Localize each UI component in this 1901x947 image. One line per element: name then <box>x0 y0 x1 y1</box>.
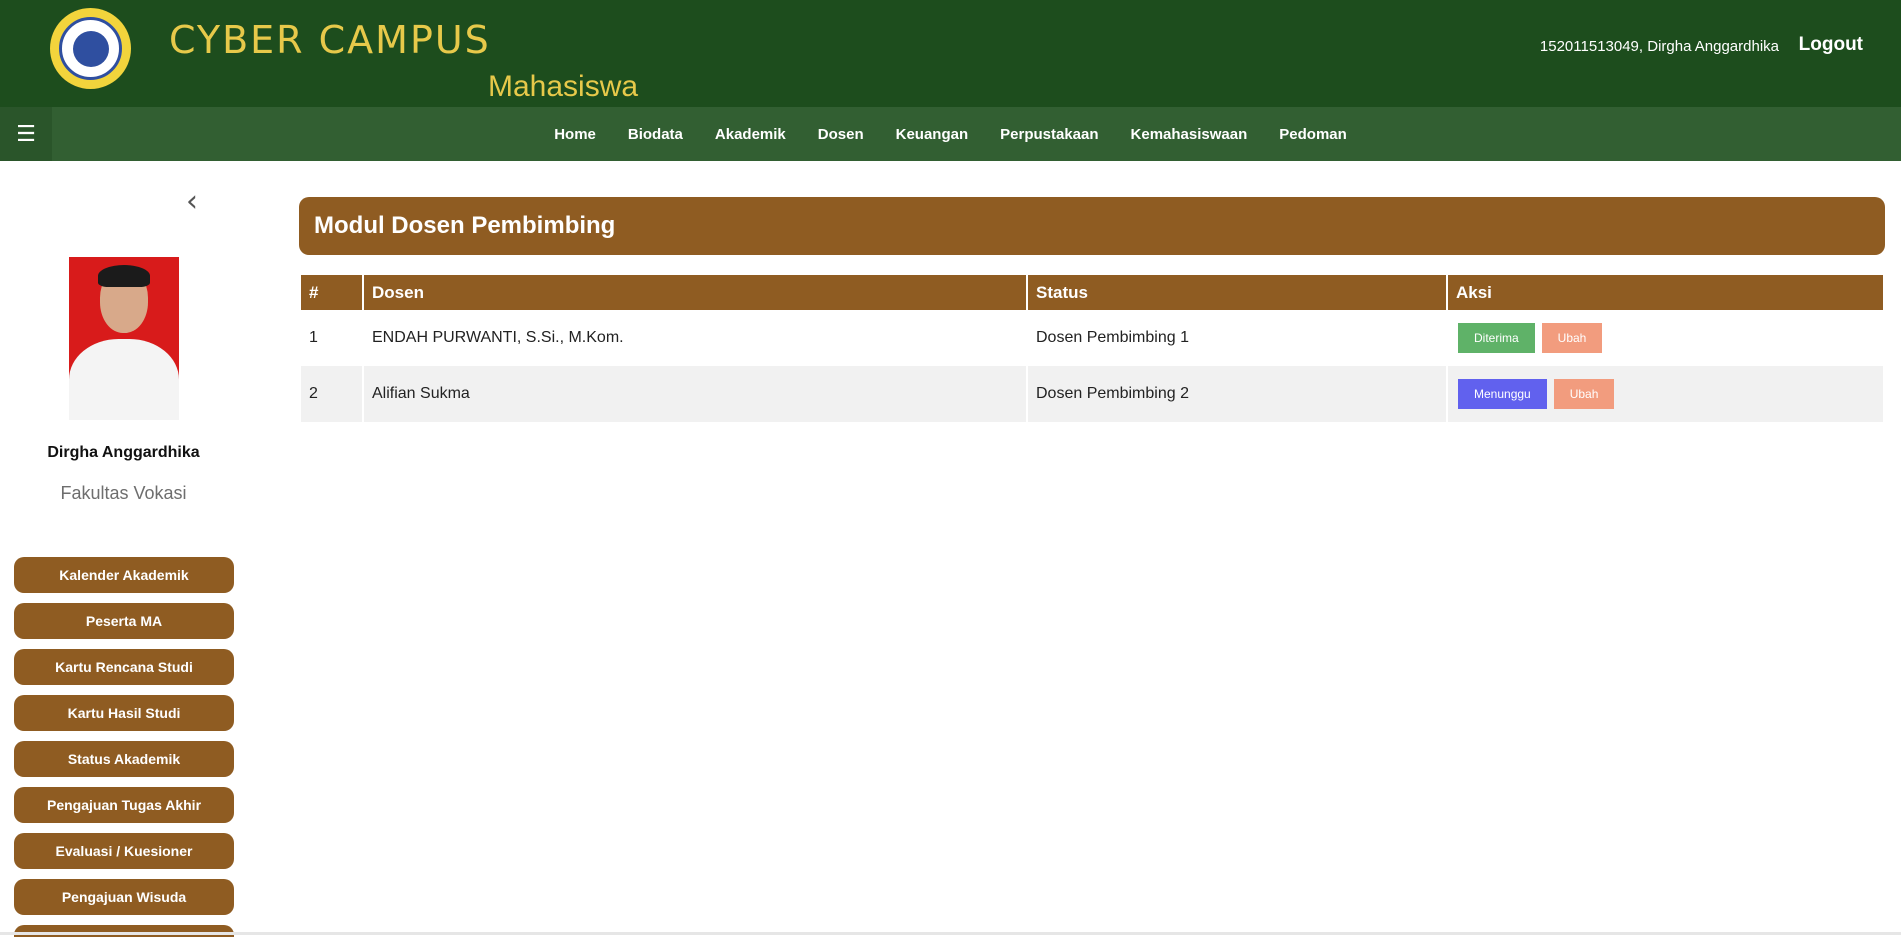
page-title: Modul Dosen Pembimbing <box>299 197 1885 255</box>
dosen-name: Alifian Sukma <box>364 366 1026 422</box>
column-header-aksi: Aksi <box>1448 275 1883 310</box>
nav-item-akademik[interactable]: Akademik <box>699 126 802 143</box>
nav-item-home[interactable]: Home <box>538 126 612 143</box>
dosen-table: # Dosen Status Aksi 1 ENDAH PURWANTI, S.… <box>299 275 1885 422</box>
sidebar-item-pengajuan-wisuda[interactable]: Pengajuan Wisuda <box>14 879 234 915</box>
row-actions: Diterima Ubah <box>1448 310 1883 366</box>
status-accepted-button[interactable]: Diterima <box>1458 323 1535 353</box>
sidebar-item-evaluasi-kuesioner[interactable]: Evaluasi / Kuesioner <box>14 833 234 869</box>
dosen-status: Dosen Pembimbing 2 <box>1028 366 1446 422</box>
table-header-row: # Dosen Status Aksi <box>301 275 1883 310</box>
sidebar-item-kalender-akademik[interactable]: Kalender Akademik <box>14 557 234 593</box>
brand-subtitle: Mahasiswa <box>488 70 639 103</box>
nav-item-kemahasiswaan[interactable]: Kemahasiswaan <box>1115 126 1264 143</box>
student-photo <box>69 257 179 420</box>
dosen-name: ENDAH PURWANTI, S.Si., M.Kom. <box>364 310 1026 366</box>
row-number: 1 <box>301 310 362 366</box>
column-header-status: Status <box>1028 275 1446 310</box>
nav-item-dosen[interactable]: Dosen <box>802 126 880 143</box>
column-header-number: # <box>301 275 362 310</box>
main-navbar: Home Biodata Akademik Dosen Keuangan Per… <box>0 107 1901 161</box>
nav-menu: Home Biodata Akademik Dosen Keuangan Per… <box>0 107 1901 161</box>
edit-button[interactable]: Ubah <box>1541 323 1603 353</box>
table-row: 1 ENDAH PURWANTI, S.Si., M.Kom. Dosen Pe… <box>301 310 1883 366</box>
sidebar-item-kartu-hasil-studi[interactable]: Kartu Hasil Studi <box>14 695 234 731</box>
user-info: 152011513049, Dirgha Anggardhika <box>1539 38 1779 55</box>
table-row: 2 Alifian Sukma Dosen Pembimbing 2 Menun… <box>301 366 1883 422</box>
sidebar-item-status-akademik[interactable]: Status Akademik <box>14 741 234 777</box>
logout-button[interactable]: Logout <box>1799 34 1863 56</box>
brand-title: CYBER CAMPUS <box>169 18 491 62</box>
dosen-status: Dosen Pembimbing 1 <box>1028 310 1446 366</box>
sidebar-item-peserta-ma[interactable]: Peserta MA <box>14 603 234 639</box>
status-waiting-button[interactable]: Menunggu <box>1458 379 1547 409</box>
nav-item-perpustakaan[interactable]: Perpustakaan <box>984 126 1114 143</box>
nav-item-biodata[interactable]: Biodata <box>612 126 699 143</box>
university-logo <box>50 8 131 89</box>
student-name: Dirgha Anggardhika <box>47 444 200 461</box>
top-header: CYBER CAMPUS Mahasiswa 152011513049, Dir… <box>0 0 1901 107</box>
nav-item-pedoman[interactable]: Pedoman <box>1263 126 1363 143</box>
edit-button[interactable]: Ubah <box>1553 379 1615 409</box>
sidebar-item-pengajuan-tugas-akhir[interactable]: Pengajuan Tugas Akhir <box>14 787 234 823</box>
sidebar-item-partial[interactable] <box>14 925 234 937</box>
row-number: 2 <box>301 366 362 422</box>
column-header-dosen: Dosen <box>364 275 1026 310</box>
hamburger-icon[interactable]: ☰ <box>0 107 52 161</box>
sidebar-menu: Kalender Akademik Peserta MA Kartu Renca… <box>14 557 234 947</box>
nav-item-keuangan[interactable]: Keuangan <box>880 126 985 143</box>
chevron-left-icon[interactable]: ‹ <box>186 184 198 219</box>
student-faculty: Fakultas Vokasi <box>60 483 187 503</box>
sidebar-item-kartu-rencana-studi[interactable]: Kartu Rencana Studi <box>14 649 234 685</box>
row-actions: Menunggu Ubah <box>1448 366 1883 422</box>
